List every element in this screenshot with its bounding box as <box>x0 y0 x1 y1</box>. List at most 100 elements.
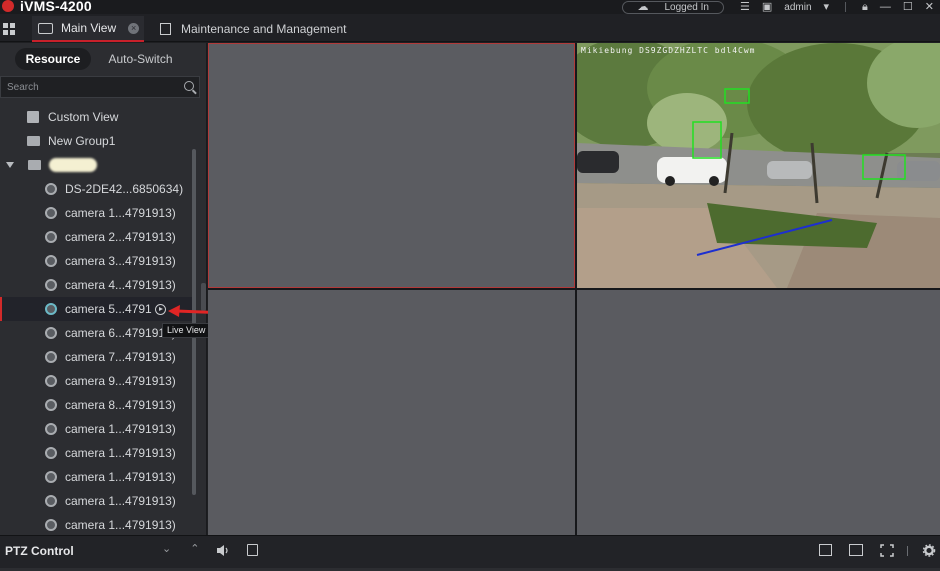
video-osd-text: Mikiebung DS9ZGDZHZLTC bdl4Cwm <box>581 46 756 55</box>
chevron-down-icon[interactable]: ▾ <box>824 1 830 13</box>
folder-icon <box>28 160 41 170</box>
camera-label: DS-2DE42...6850634) <box>65 182 184 196</box>
resource-sidebar: Resource Auto-Switch Custom View New Gro… <box>0 43 207 535</box>
video-pane-2-live[interactable]: Mikiebung DS9ZGDZHZLTC bdl4Cwm <box>577 43 940 288</box>
camera-label: camera 9...4791913) <box>65 374 176 388</box>
tree-item-camera[interactable]: camera 2...4791913) <box>0 225 196 249</box>
tree-item-camera[interactable]: camera 1...4791913) <box>0 513 196 537</box>
camera-icon <box>45 183 57 195</box>
camera-icon <box>45 375 57 387</box>
camera-icon <box>45 495 57 507</box>
camera-label: camera 1...4791913) <box>65 470 176 484</box>
bottom-toolbar: PTZ Control ⌄ ⌃ <box>0 535 940 571</box>
tree-item-camera[interactable]: camera 9...4791913) <box>0 369 196 393</box>
tab-label: Maintenance and Management <box>181 22 347 36</box>
camera-label: camera 5...4791 <box>65 302 152 316</box>
video-pane-1-selected[interactable] <box>208 43 575 288</box>
camera-icon <box>45 399 57 411</box>
camera-label: camera 4...4791913) <box>65 278 176 292</box>
live-view-play-icon[interactable] <box>154 303 166 315</box>
tree-item-camera[interactable]: DS-2DE42...6850634) <box>0 177 196 201</box>
camera-label: camera 6...4791913) <box>65 326 176 340</box>
login-status-label: Logged In <box>664 1 709 13</box>
segmented-control: Resource Auto-Switch <box>15 48 190 70</box>
tree-item-camera[interactable]: camera 1...4791913) <box>0 441 196 465</box>
list-icon[interactable]: ☰ <box>740 1 750 13</box>
title-bar: iVMS-4200 ☁ Logged In ☰ ▣ admin ▾ 🔒︎ — ☐… <box>0 0 940 14</box>
tab-label: Main View <box>61 21 117 35</box>
video-pane-3[interactable] <box>208 290 575 535</box>
search-input[interactable] <box>1 77 171 98</box>
tab-bar: Main View × Maintenance and Management <box>0 14 940 42</box>
camera-label: camera 1...4791913) <box>65 446 176 460</box>
close-all-icon[interactable] <box>849 544 863 556</box>
redacted-group-name <box>49 158 97 172</box>
live-view-tooltip: Live View <box>162 323 211 338</box>
camera-icon <box>45 423 57 435</box>
ptz-control-label[interactable]: PTZ Control <box>5 544 74 558</box>
video-pane-4[interactable] <box>577 290 940 535</box>
live-view-grid: Mikiebung DS9ZGDZHZLTC bdl4Cwm <box>208 43 940 535</box>
tree-item-camera[interactable]: camera 1...4791913) <box>0 489 196 513</box>
tree-item-label: New Group1 <box>48 134 116 148</box>
fullscreen-icon[interactable] <box>880 544 894 557</box>
tree-item-camera[interactable]: camera 4...4791913) <box>0 273 196 297</box>
segment-auto-switch[interactable]: Auto-Switch <box>91 48 190 70</box>
speaker-icon[interactable] <box>216 544 230 557</box>
tree-item-group[interactable] <box>0 153 196 177</box>
folder-icon <box>27 136 40 146</box>
search-icon[interactable] <box>184 81 194 91</box>
chevron-down-icon[interactable]: ⌄ <box>162 543 171 555</box>
tree-item-camera-selected[interactable]: camera 5...4791 <box>0 297 196 321</box>
tree-item-label: Custom View <box>48 110 119 124</box>
document-icon <box>160 23 171 35</box>
tree-item-camera[interactable]: camera 1...4791913) <box>0 417 196 441</box>
camera-label: camera 1...4791913) <box>65 518 176 532</box>
tree-item-new-group[interactable]: New Group1 <box>0 129 196 153</box>
camera-icon <box>45 519 57 531</box>
tree-item-camera[interactable]: camera 8...4791913) <box>0 393 196 417</box>
tree-scrollbar[interactable] <box>192 149 196 495</box>
close-tab-icon[interactable]: × <box>128 22 140 34</box>
modules-grid-icon[interactable] <box>3 23 15 35</box>
tab-main-view[interactable]: Main View × <box>32 16 144 42</box>
cloud-icon: ☁ <box>637 1 649 13</box>
camera-label: camera 7...4791913) <box>65 350 176 364</box>
camera-icon <box>45 471 57 483</box>
custom-view-icon <box>27 111 39 123</box>
monitor-icon <box>38 22 53 34</box>
camera-label: camera 1...4791913) <box>65 422 176 436</box>
camera-label: camera 8...4791913) <box>65 398 176 412</box>
tree-item-camera[interactable]: camera 1...4791913) <box>0 201 196 225</box>
search-box <box>0 76 200 98</box>
camera-label: camera 1...4791913) <box>65 494 176 508</box>
close-window-icon[interactable]: ✕ <box>925 1 934 13</box>
gear-icon[interactable] <box>922 544 936 557</box>
tree-item-custom-view[interactable]: Custom View <box>0 105 196 129</box>
camera-label: camera 1...4791913) <box>65 206 176 220</box>
segment-resource[interactable]: Resource <box>15 48 91 70</box>
camera-icon <box>45 447 57 459</box>
tree-item-camera[interactable]: camera 1...4791913) <box>0 465 196 489</box>
tree-item-camera[interactable]: camera 3...4791913) <box>0 249 196 273</box>
lock-icon[interactable]: 🔒︎ <box>862 1 868 13</box>
capture-icon[interactable] <box>247 544 258 556</box>
window-controls: ☁ Logged In ☰ ▣ admin ▾ 🔒︎ — ☐ ✕ <box>622 0 940 14</box>
user-name[interactable]: admin <box>784 2 811 13</box>
camera-label: camera 3...4791913) <box>65 254 176 268</box>
minimize-icon[interactable]: — <box>880 1 891 13</box>
window-layout-icon[interactable] <box>819 544 832 556</box>
camera-icon <box>45 327 57 339</box>
login-status[interactable]: ☁ Logged In <box>622 0 724 14</box>
expand-caret-icon[interactable] <box>6 162 14 168</box>
camera-icon <box>45 231 57 243</box>
app-title: iVMS-4200 <box>20 0 92 14</box>
maximize-icon[interactable]: ☐ <box>903 1 913 13</box>
app-logo-icon <box>2 0 14 12</box>
tree-item-camera[interactable]: camera 7...4791913) <box>0 345 196 369</box>
divider <box>845 2 847 12</box>
chevron-up-icon[interactable]: ⌃ <box>190 543 199 555</box>
tab-maintenance[interactable]: Maintenance and Management <box>156 16 346 42</box>
camera-icon <box>45 303 57 315</box>
image-icon[interactable]: ▣ <box>762 1 772 13</box>
